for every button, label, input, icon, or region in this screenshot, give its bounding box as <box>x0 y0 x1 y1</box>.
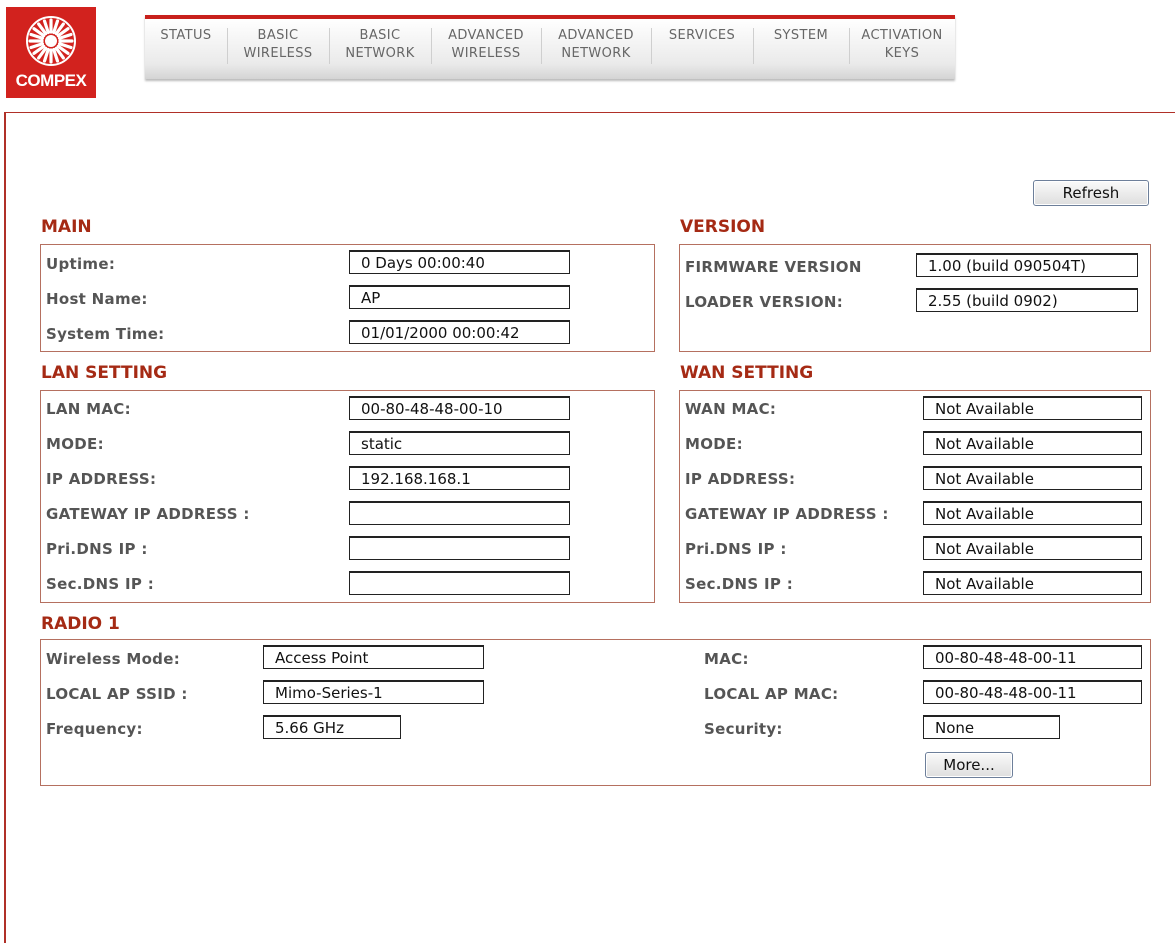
wan-mode-label: MODE: <box>685 435 743 453</box>
lan-pri-dns-value <box>349 536 570 560</box>
wan-section-title: WAN SETTING <box>680 363 814 383</box>
lan-gateway-value <box>349 501 570 525</box>
lan-section-title: LAN SETTING <box>41 363 168 383</box>
lan-sec-dns-value <box>349 571 570 595</box>
lan-mac-label: LAN MAC: <box>46 400 131 418</box>
radio-mac-label: MAC: <box>704 650 749 668</box>
tab-system[interactable]: SYSTEM <box>753 19 849 75</box>
wireless-mode-label: Wireless Mode: <box>46 650 180 668</box>
main-nav: STATUS BASIC WIRELESS BASIC NETWORK ADVA… <box>145 15 955 79</box>
hostname-value: AP <box>349 285 570 309</box>
wan-sec-dns-label: Sec.DNS IP : <box>685 575 793 593</box>
lan-ip-value: 192.168.168.1 <box>349 466 570 490</box>
tab-basic-wireless[interactable]: BASIC WIRELESS <box>227 19 329 75</box>
tab-status[interactable]: STATUS <box>145 19 227 75</box>
loader-version-value: 2.55 (build 0902) <box>916 288 1138 312</box>
wan-ip-value: Not Available <box>923 466 1142 490</box>
wan-gateway-label: GATEWAY IP ADDRESS : <box>685 505 889 523</box>
frequency-label: Frequency: <box>46 720 143 738</box>
wan-mac-value: Not Available <box>923 396 1142 420</box>
ssid-label: LOCAL AP SSID : <box>46 685 188 703</box>
lan-ip-label: IP ADDRESS: <box>46 470 157 488</box>
wireless-mode-value: Access Point <box>263 645 484 669</box>
local-ap-mac-value: 00-80-48-48-00-11 <box>923 680 1142 704</box>
wan-pri-dns-value: Not Available <box>923 536 1142 560</box>
radio-mac-value: 00-80-48-48-00-11 <box>923 645 1142 669</box>
uptime-value: 0 Days 00:00:40 <box>349 250 570 274</box>
wan-pri-dns-label: Pri.DNS IP : <box>685 540 787 558</box>
lan-mac-value: 00-80-48-48-00-10 <box>349 396 570 420</box>
lan-pri-dns-label: Pri.DNS IP : <box>46 540 148 558</box>
firmware-version-value: 1.00 (build 090504T) <box>916 253 1138 277</box>
frequency-value: 5.66 GHz <box>263 715 401 739</box>
security-label: Security: <box>704 720 783 738</box>
lan-sec-dns-label: Sec.DNS IP : <box>46 575 154 593</box>
lan-mode-label: MODE: <box>46 435 104 453</box>
wan-gateway-value: Not Available <box>923 501 1142 525</box>
more-button[interactable]: More... <box>925 752 1013 778</box>
tab-basic-network[interactable]: BASIC NETWORK <box>329 19 431 75</box>
ssid-value: Mimo-Series-1 <box>263 680 484 704</box>
security-value: None <box>923 715 1060 739</box>
main-section-title: MAIN <box>41 217 92 237</box>
tab-services[interactable]: SERVICES <box>651 19 753 75</box>
logo-text: COMPEX <box>15 71 87 90</box>
tab-advanced-wireless[interactable]: ADVANCED WIRELESS <box>431 19 541 75</box>
uptime-label: Uptime: <box>46 255 116 273</box>
system-time-value: 01/01/2000 00:00:42 <box>349 320 570 344</box>
wan-ip-label: IP ADDRESS: <box>685 470 796 488</box>
tab-activation-keys[interactable]: ACTIVATION KEYS <box>849 19 955 75</box>
wan-mac-label: WAN MAC: <box>685 400 777 418</box>
tab-advanced-network[interactable]: ADVANCED NETWORK <box>541 19 651 75</box>
refresh-button[interactable]: Refresh <box>1033 180 1149 206</box>
local-ap-mac-label: LOCAL AP MAC: <box>704 685 839 703</box>
system-time-label: System Time: <box>46 325 165 343</box>
wan-sec-dns-value: Not Available <box>923 571 1142 595</box>
firmware-version-label: FIRMWARE VERSION <box>685 258 862 276</box>
hostname-label: Host Name: <box>46 290 148 308</box>
lan-gateway-label: GATEWAY IP ADDRESS : <box>46 505 250 523</box>
radio-section-title: RADIO 1 <box>41 614 120 634</box>
wan-mode-value: Not Available <box>923 431 1142 455</box>
lan-mode-value: static <box>349 431 570 455</box>
compex-logo: COMPEX <box>6 7 96 98</box>
version-section-title: VERSION <box>680 217 766 237</box>
loader-version-label: LOADER VERSION: <box>685 293 844 311</box>
sunburst-icon <box>26 16 76 66</box>
